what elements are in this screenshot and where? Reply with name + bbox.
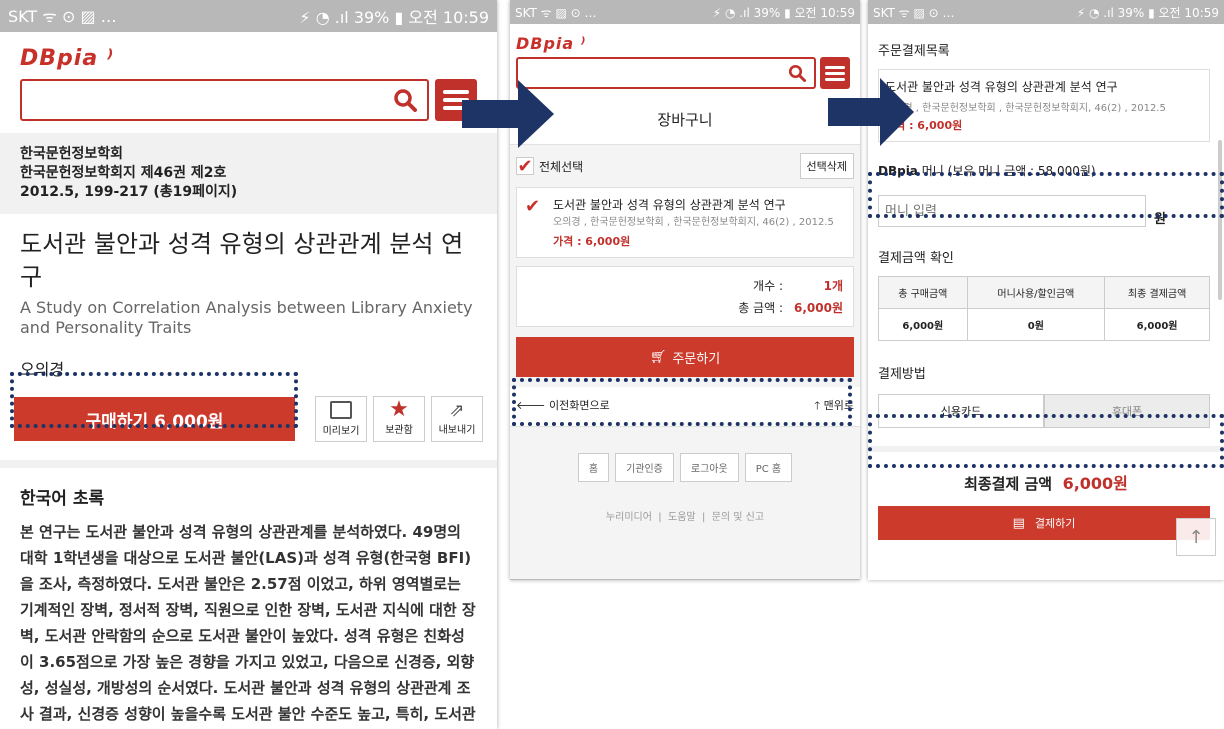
checkbox-icon: ✔ <box>516 155 534 177</box>
pay-button[interactable]: ▤ 결제하기 <box>878 506 1210 540</box>
arrow-right-icon <box>462 80 554 148</box>
count-value: 1개 <box>823 279 843 293</box>
search-input[interactable] <box>516 57 816 89</box>
contact-link[interactable]: 문의 및 신고 <box>712 512 764 523</box>
item-meta: 오의경 , 한국문헌정보학회 , 한국문헌정보학회지, 46(2) , 2012… <box>885 103 1166 114</box>
abstract-text: 본 연구는 도서관 불안과 성격 유형의 상관관계를 분석하였다. 49명의 대… <box>20 523 476 723</box>
home-button[interactable]: 홈 <box>577 453 610 482</box>
help-link[interactable]: 도움말 <box>668 512 696 523</box>
save-button[interactable]: ★ 보관함 <box>373 396 425 442</box>
table-header: 최종 결제금액 <box>1104 276 1210 309</box>
item-price: 가격 : 6,000원 <box>885 119 963 132</box>
journal-info: 한국문헌정보학회 한국문헌정보학회지 제46권 제2호 2012.5, 199-… <box>0 133 497 214</box>
search-icon[interactable] <box>393 88 418 112</box>
arrow-left-icon: 🡐 <box>516 399 546 412</box>
paper-title-en: A Study on Correlation Analysis between … <box>20 298 473 337</box>
publisher-label[interactable]: 한국문헌정보학회 <box>20 145 477 164</box>
item-price: 가격 : 6,000원 <box>553 235 631 248</box>
preview-button[interactable]: 미리보기 <box>315 396 367 442</box>
card-icon: ▤ <box>1012 515 1025 531</box>
mobile-phone-tab[interactable]: 휴대폰 <box>1044 394 1210 428</box>
time-label: 오전 10:59 <box>408 8 489 27</box>
order-button[interactable]: 🛒︎ 주문하기 <box>516 337 854 377</box>
arrow-up-icon: ↑ <box>1188 526 1204 548</box>
cart-summary: 개수 :1개 총 금액 :6,000원 <box>516 266 854 327</box>
cart-screen: SKT ᯤ ▨ ⊙ … ⚡ ◔ .ıl 39% ▮ 오전 10:59 DBpia… <box>510 0 860 580</box>
abstract-heading: 한국어 초록 <box>20 489 105 509</box>
scroll-top-button[interactable]: ↑ <box>1176 518 1216 556</box>
table-cell: 6,000원 <box>878 308 968 341</box>
cart-item: ✔ 도서관 불안과 성격 유형의 상관관계 분석 연구 오의경 , 한국문헌정보… <box>516 187 854 258</box>
table-header: 총 구매금액 <box>878 276 968 309</box>
top-link[interactable]: 🡑 맨위로 <box>814 397 854 416</box>
star-icon: ★ <box>389 397 409 422</box>
credit-card-tab[interactable]: 신용카드 <box>878 394 1044 428</box>
back-link[interactable]: 🡐 이전화면으로 <box>516 397 610 416</box>
pages-label: 2012.5, 199-217 (총19페이지) <box>20 184 238 200</box>
image-icon <box>330 401 352 419</box>
share-icon: ⇗ <box>449 400 465 421</box>
status-bar: SKT ᯤ ▨ ⊙ … ⚡ ◔ .ıl 39% ▮ 오전 10:59 <box>868 0 1224 24</box>
item-title: 도서관 불안과 성격 유형의 상관관계 분석 연구 <box>885 80 1118 94</box>
select-all-checkbox[interactable]: ✔ 전체선택 <box>516 155 583 177</box>
item-meta: 오의경 , 한국문헌정보학회 , 한국문헌정보학회지, 46(2) , 2012… <box>553 217 834 228</box>
battery-label: 39% <box>353 8 390 27</box>
payment-table: 총 구매금액 머니사용/할인금액 최종 결제금액 6,000원 0원 6,000… <box>878 276 1210 341</box>
institution-auth-button[interactable]: 기관인증 <box>615 453 674 482</box>
final-amount: 최종결제 금액 6,000원 <box>868 446 1224 494</box>
total-value: 6,000원 <box>794 301 843 315</box>
order-list-title: 주문결제목록 <box>878 44 950 59</box>
paper-title: 도서관 불안과 성격 유형의 상관관계 분석 연구 <box>20 230 464 291</box>
delete-selected-button[interactable]: 선택삭제 <box>799 153 854 179</box>
logout-button[interactable]: 로그아웃 <box>679 453 739 482</box>
money-input[interactable] <box>878 195 1146 227</box>
journal-label[interactable]: 한국문헌정보학회지 제46권 제2호 <box>20 164 477 183</box>
status-bar: SKT ᯤ ⊙ ▨ … ⚡ ◔ .ıl 39% ▮ 오전 10:59 <box>0 0 497 32</box>
payment-confirm-title: 결제금액 확인 <box>878 251 954 266</box>
payment-screen: SKT ᯤ ▨ ⊙ … ⚡ ◔ .ıl 39% ▮ 오전 10:59 주문결제목… <box>868 0 1224 580</box>
status-bar: SKT ᯤ ▨ ⊙ … ⚡ ◔ .ıl 39% ▮ 오전 10:59 <box>510 0 860 24</box>
carrier-label: SKT <box>8 7 38 26</box>
scrollbar[interactable] <box>1218 140 1222 300</box>
won-label: 원 <box>1154 212 1166 227</box>
author-label[interactable]: 오의경 <box>20 356 477 380</box>
arrow-right-icon <box>828 78 914 146</box>
nurimedia-link[interactable]: 누리미디어 <box>606 512 652 523</box>
item-checkbox[interactable]: ✔ <box>525 196 547 249</box>
order-item: 도서관 불안과 성격 유형의 상관관계 분석 연구 오의경 , 한국문헌정보학회… <box>878 69 1210 142</box>
dbpia-logo[interactable]: DBpia ⁾ <box>516 34 854 53</box>
dbpia-logo[interactable]: DBpia ⁾ <box>20 46 477 71</box>
table-header: 머니사용/할인금액 <box>966 276 1106 309</box>
search-icon[interactable] <box>788 64 806 82</box>
pc-home-button[interactable]: PC 홈 <box>744 453 793 482</box>
item-title[interactable]: 도서관 불안과 성격 유형의 상관관계 분석 연구 <box>553 196 834 213</box>
table-cell: 0원 <box>966 308 1106 341</box>
arrow-up-icon: 🡑 <box>814 399 821 412</box>
payment-method-title: 결제방법 <box>878 367 926 382</box>
cart-heading: 장바구니 <box>510 89 860 145</box>
export-button[interactable]: ⇗ 내보내기 <box>431 396 483 442</box>
buy-button[interactable]: 구매하기 6,000원 <box>14 397 295 441</box>
cart-icon: 🛒︎ <box>649 349 667 365</box>
table-cell: 6,000원 <box>1104 308 1210 341</box>
product-detail-screen: SKT ᯤ ⊙ ▨ … ⚡ ◔ .ıl 39% ▮ 오전 10:59 DBpia… <box>0 0 497 729</box>
money-balance: DBpia 머니 (보유 머니 금액 : 58,000원) <box>878 164 1096 178</box>
search-input[interactable] <box>20 79 430 121</box>
